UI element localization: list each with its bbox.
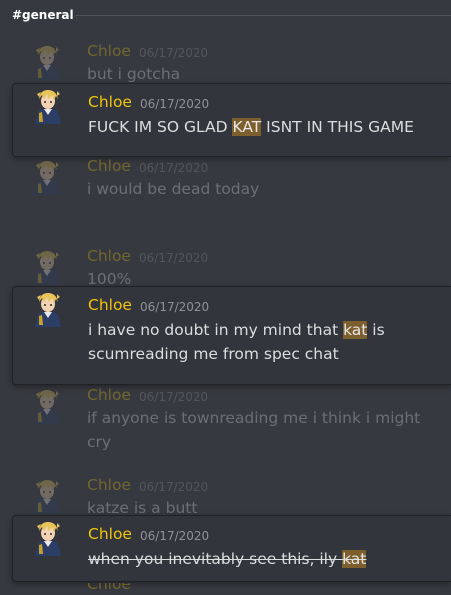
message-author[interactable]: Chloe [87,157,131,175]
message-text: ISNT IN THIS GAME [261,118,414,136]
message-timestamp: 06/17/2020 [139,251,209,265]
message-item[interactable]: Chloe 06/17/2020 100% [0,245,451,288]
message-timestamp: 06/17/2020 [139,46,209,60]
message-item[interactable]: Chloe [0,583,451,595]
avatar[interactable] [32,44,62,80]
avatar[interactable] [32,159,62,195]
message-author[interactable]: Chloe [87,42,131,60]
message-text: i would be dead today [87,180,260,198]
channel-name: #general [12,8,74,22]
message-timestamp: 06/17/2020 [139,480,209,494]
channel-divider [76,15,451,16]
message-text: if anyone is townreading me i think i mi… [87,409,421,451]
message-text: FUCK IM SO GLAD [88,118,233,136]
message-author[interactable]: Chloe [87,386,131,404]
message-item[interactable]: Chloe 06/17/2020 katze is a butt [0,474,451,517]
message-author[interactable]: Chloe [88,296,132,314]
search-result-message[interactable]: Chloe 06/17/2020 FUCK IM SO GLAD KAT ISN… [12,83,451,157]
avatar[interactable] [32,249,62,285]
message-content: if anyone is townreading me i think i mi… [87,406,437,454]
message-item[interactable]: Chloe 06/17/2020 i would be dead today [0,155,451,198]
search-result-message[interactable]: Chloe 06/17/2020 i have no doubt in my m… [12,286,451,385]
message-author[interactable]: Chloe [87,476,131,494]
message-text: i have no doubt in my mind that [88,321,344,339]
avatar[interactable] [32,478,62,514]
message-content: i have no doubt in my mind that kat is s… [88,318,443,366]
message-item[interactable]: Chloe 06/17/2020 if anyone is townreadin… [0,384,451,451]
search-match-highlight: kat [342,550,367,568]
avatar[interactable] [33,520,63,556]
message-timestamp: 06/17/2020 [140,97,210,111]
message-item[interactable]: Chloe 06/17/2020 but i gotcha [0,40,451,83]
search-match-highlight: KAT [232,118,262,136]
message-content: FUCK IM SO GLAD KAT ISNT IN THIS GAME [88,115,443,139]
message-timestamp: 06/17/2020 [140,529,210,543]
message-author[interactable]: Chloe [88,525,132,543]
message-text: when you inevitably see this, ily [88,550,343,568]
message-content: when you inevitably see this, ily kat [88,547,443,571]
message-timestamp: 06/17/2020 [139,161,209,175]
avatar[interactable] [33,291,63,327]
message-author[interactable]: Chloe [87,247,131,265]
avatar[interactable] [33,88,63,124]
avatar[interactable] [32,388,62,424]
search-result-message[interactable]: Chloe 06/17/2020 when you inevitably see… [12,515,451,582]
message-content: i would be dead today [87,177,437,201]
message-author[interactable]: Chloe [87,583,131,593]
message-timestamp: 06/17/2020 [140,300,210,314]
message-text: but i gotcha [87,65,181,83]
message-timestamp: 06/17/2020 [139,390,209,404]
search-match-highlight: kat [343,321,368,339]
message-author[interactable]: Chloe [88,93,132,111]
